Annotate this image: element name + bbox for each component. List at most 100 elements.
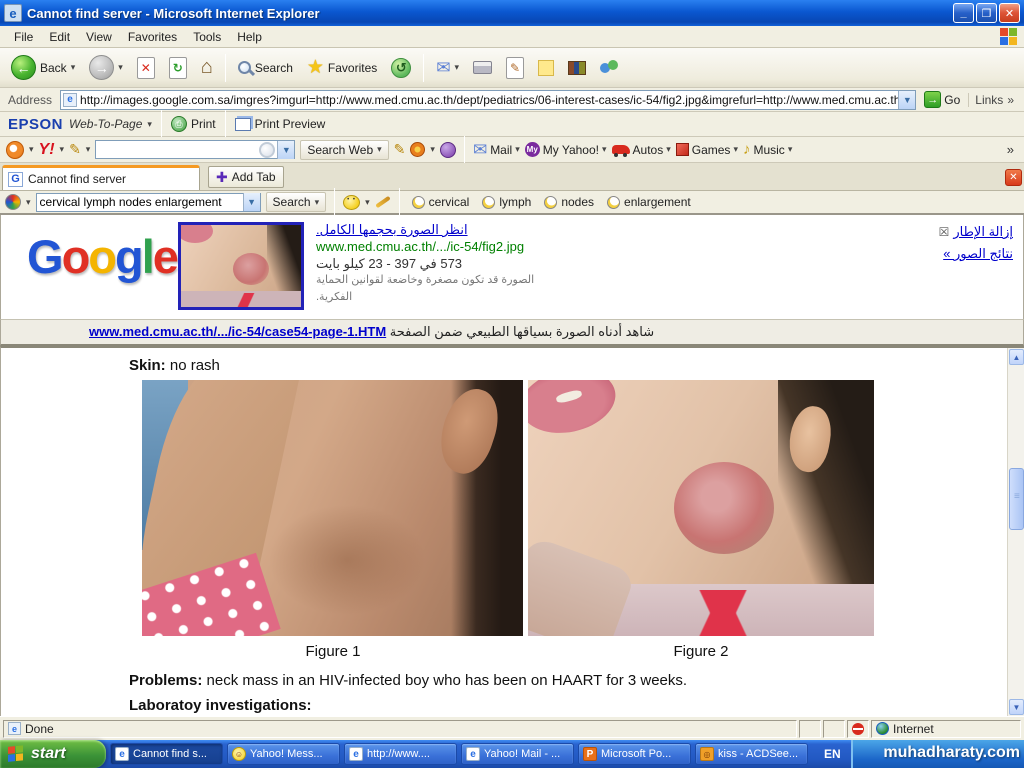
restore-button[interactable]: ❐ bbox=[976, 3, 997, 23]
discuss-button[interactable] bbox=[533, 57, 559, 79]
web-to-page-dropdown-icon[interactable]: ▾ bbox=[147, 119, 152, 130]
back-button[interactable]: ← Back ▾ bbox=[6, 52, 80, 83]
active-tab[interactable]: G Cannot find server bbox=[2, 165, 200, 190]
language-indicator[interactable]: EN bbox=[816, 744, 849, 764]
links-button[interactable]: Links » bbox=[968, 93, 1020, 107]
autos-dropdown-icon[interactable]: ▾ bbox=[666, 144, 671, 155]
page-link[interactable]: www.med.cmu.ac.th/.../ic-54/case54-page-… bbox=[89, 324, 386, 339]
history-button[interactable]: ↺ bbox=[386, 55, 416, 81]
popup-blocked-icon bbox=[852, 723, 864, 735]
pencil-icon[interactable]: ✎ bbox=[69, 141, 81, 158]
minimize-button[interactable]: _ bbox=[953, 3, 974, 23]
back-dropdown-icon[interactable]: ▾ bbox=[71, 62, 76, 73]
search-button[interactable]: Search bbox=[233, 58, 298, 78]
google-search-box[interactable]: ▼ bbox=[36, 193, 261, 212]
menu-view[interactable]: View bbox=[78, 28, 120, 46]
yahoo-logo[interactable]: Y! bbox=[39, 141, 55, 159]
result-thumbnail[interactable] bbox=[178, 222, 304, 310]
globe-icon[interactable] bbox=[440, 142, 456, 158]
scroll-down-button[interactable]: ▼ bbox=[1009, 699, 1024, 715]
skin-value: no rash bbox=[170, 357, 220, 374]
close-button[interactable]: ✕ bbox=[999, 3, 1020, 23]
address-input[interactable] bbox=[80, 92, 898, 108]
epson-print-button[interactable]: ⎙ Print bbox=[171, 116, 216, 132]
word-find-nodes[interactable]: nodes bbox=[540, 194, 598, 210]
mail-dropdown-icon[interactable]: ▾ bbox=[455, 62, 460, 73]
my-yahoo-button[interactable]: My My Yahoo! ▾ bbox=[525, 142, 607, 157]
google-logo[interactable]: Google bbox=[27, 229, 177, 285]
yahoo-search-dropdown-icon[interactable]: ▼ bbox=[277, 141, 294, 159]
address-field[interactable]: e ▼ bbox=[60, 90, 916, 110]
overflow-chevron-icon[interactable]: » bbox=[1007, 142, 1018, 157]
google-toolbar-icon[interactable] bbox=[5, 194, 21, 210]
search-web-button[interactable]: Search Web ▾ bbox=[300, 140, 388, 160]
messenger-button[interactable] bbox=[595, 57, 623, 79]
taskbar-item-yahoo-messenger[interactable]: ☺ Yahoo! Mess... bbox=[227, 743, 340, 765]
highlighter-icon[interactable] bbox=[375, 196, 390, 208]
bullseye-dropdown-icon[interactable]: ▾ bbox=[430, 144, 435, 155]
search-web-dropdown-icon[interactable]: ▾ bbox=[377, 144, 382, 155]
music-dropdown-icon[interactable]: ▾ bbox=[788, 144, 793, 155]
address-dropdown-icon[interactable]: ▼ bbox=[898, 91, 915, 109]
taskbar-item-powerpoint[interactable]: P Microsoft Po... bbox=[578, 743, 691, 765]
taskbar-item-ie-http[interactable]: e http://www.... bbox=[344, 743, 457, 765]
smiley-dropdown-icon[interactable]: ▾ bbox=[365, 197, 370, 208]
mail-menu-dropdown-icon[interactable]: ▾ bbox=[515, 144, 520, 155]
my-yahoo-dropdown-icon[interactable]: ▾ bbox=[602, 144, 607, 155]
view-full-size-link[interactable]: انظر الصورة بحجمها الكامل. bbox=[316, 221, 571, 238]
taskbar-item-acdsee[interactable]: ◎ kiss - ACDSee... bbox=[695, 743, 808, 765]
go-button[interactable]: → Go bbox=[920, 90, 964, 109]
favorites-button[interactable]: ★ Favorites bbox=[302, 53, 382, 82]
remove-frame-link[interactable]: ☒ إزالة الإطار bbox=[939, 221, 1013, 243]
menu-help[interactable]: Help bbox=[229, 28, 270, 46]
smiley-icon[interactable] bbox=[343, 195, 360, 210]
games-dropdown-icon[interactable]: ▾ bbox=[733, 144, 738, 155]
yahoo-search-box[interactable]: ▼ bbox=[95, 140, 295, 159]
refresh-button[interactable]: ↻ bbox=[164, 54, 192, 82]
menu-favorites[interactable]: Favorites bbox=[120, 28, 185, 46]
print-button[interactable] bbox=[468, 58, 497, 77]
word-find-cervical[interactable]: cervical bbox=[408, 194, 474, 210]
music-button[interactable]: ♪ Music ▾ bbox=[743, 141, 792, 158]
status-text: Done bbox=[25, 722, 54, 736]
stop-button[interactable]: ✕ bbox=[132, 54, 160, 82]
google-search-dropdown-icon[interactable]: ▼ bbox=[243, 193, 260, 211]
menu-tools[interactable]: Tools bbox=[185, 28, 229, 46]
start-button[interactable]: start bbox=[0, 740, 106, 768]
pencil-dropdown-icon[interactable]: ▾ bbox=[86, 144, 91, 155]
forward-dropdown-icon[interactable]: ▾ bbox=[118, 62, 123, 73]
forward-button[interactable]: → ▾ bbox=[84, 52, 128, 83]
mail-button[interactable]: ✉ ▾ bbox=[431, 55, 464, 81]
yahoo-search-input[interactable] bbox=[96, 143, 259, 157]
image-results-link[interactable]: « نتائج الصور bbox=[939, 243, 1013, 265]
menu-edit[interactable]: Edit bbox=[41, 28, 78, 46]
web-to-page-menu[interactable]: Web-To-Page ▾ bbox=[69, 117, 152, 131]
google-toolbar-dropdown-icon[interactable]: ▾ bbox=[26, 197, 31, 208]
companion-dropdown-icon[interactable]: ▾ bbox=[29, 144, 34, 155]
taskbar-item-ie-cannot-find[interactable]: e Cannot find s... bbox=[110, 743, 223, 765]
yahoo-companion-icon[interactable] bbox=[6, 141, 24, 159]
vertical-scrollbar[interactable]: ▲ ▼ bbox=[1007, 348, 1024, 716]
autos-button[interactable]: Autos ▾ bbox=[612, 143, 671, 157]
scrollbar-thumb[interactable] bbox=[1009, 468, 1024, 530]
edit-button[interactable]: ✎ bbox=[501, 54, 529, 82]
highlight-pen-icon[interactable]: ✎ bbox=[394, 141, 406, 158]
scroll-up-button[interactable]: ▲ bbox=[1009, 349, 1024, 365]
google-search-menu-icon[interactable]: ▾ bbox=[315, 197, 320, 208]
word-find-enlargement[interactable]: enlargement bbox=[603, 194, 695, 210]
menu-file[interactable]: File bbox=[6, 28, 41, 46]
yahoo-mail-button[interactable]: ✉ Mail ▾ bbox=[473, 140, 520, 160]
print-preview-button[interactable]: Print Preview bbox=[235, 117, 326, 131]
word-find-lymph[interactable]: lymph bbox=[478, 194, 535, 210]
add-tab-button[interactable]: ✚ Add Tab bbox=[208, 166, 284, 188]
toolbar-close-button[interactable]: ✕ bbox=[1005, 169, 1022, 186]
favorites-label: Favorites bbox=[328, 61, 377, 75]
taskbar-item-yahoo-mail[interactable]: e Yahoo! Mail - ... bbox=[461, 743, 574, 765]
bullseye-icon[interactable] bbox=[410, 142, 425, 157]
games-button[interactable]: Games ▾ bbox=[676, 143, 738, 157]
google-search-input[interactable] bbox=[37, 195, 243, 209]
research-button[interactable] bbox=[563, 58, 591, 78]
yahoo-dropdown-icon[interactable]: ▾ bbox=[60, 144, 65, 155]
home-button[interactable]: ⌂ bbox=[196, 53, 218, 82]
google-search-button[interactable]: Search ▾ bbox=[266, 192, 327, 212]
